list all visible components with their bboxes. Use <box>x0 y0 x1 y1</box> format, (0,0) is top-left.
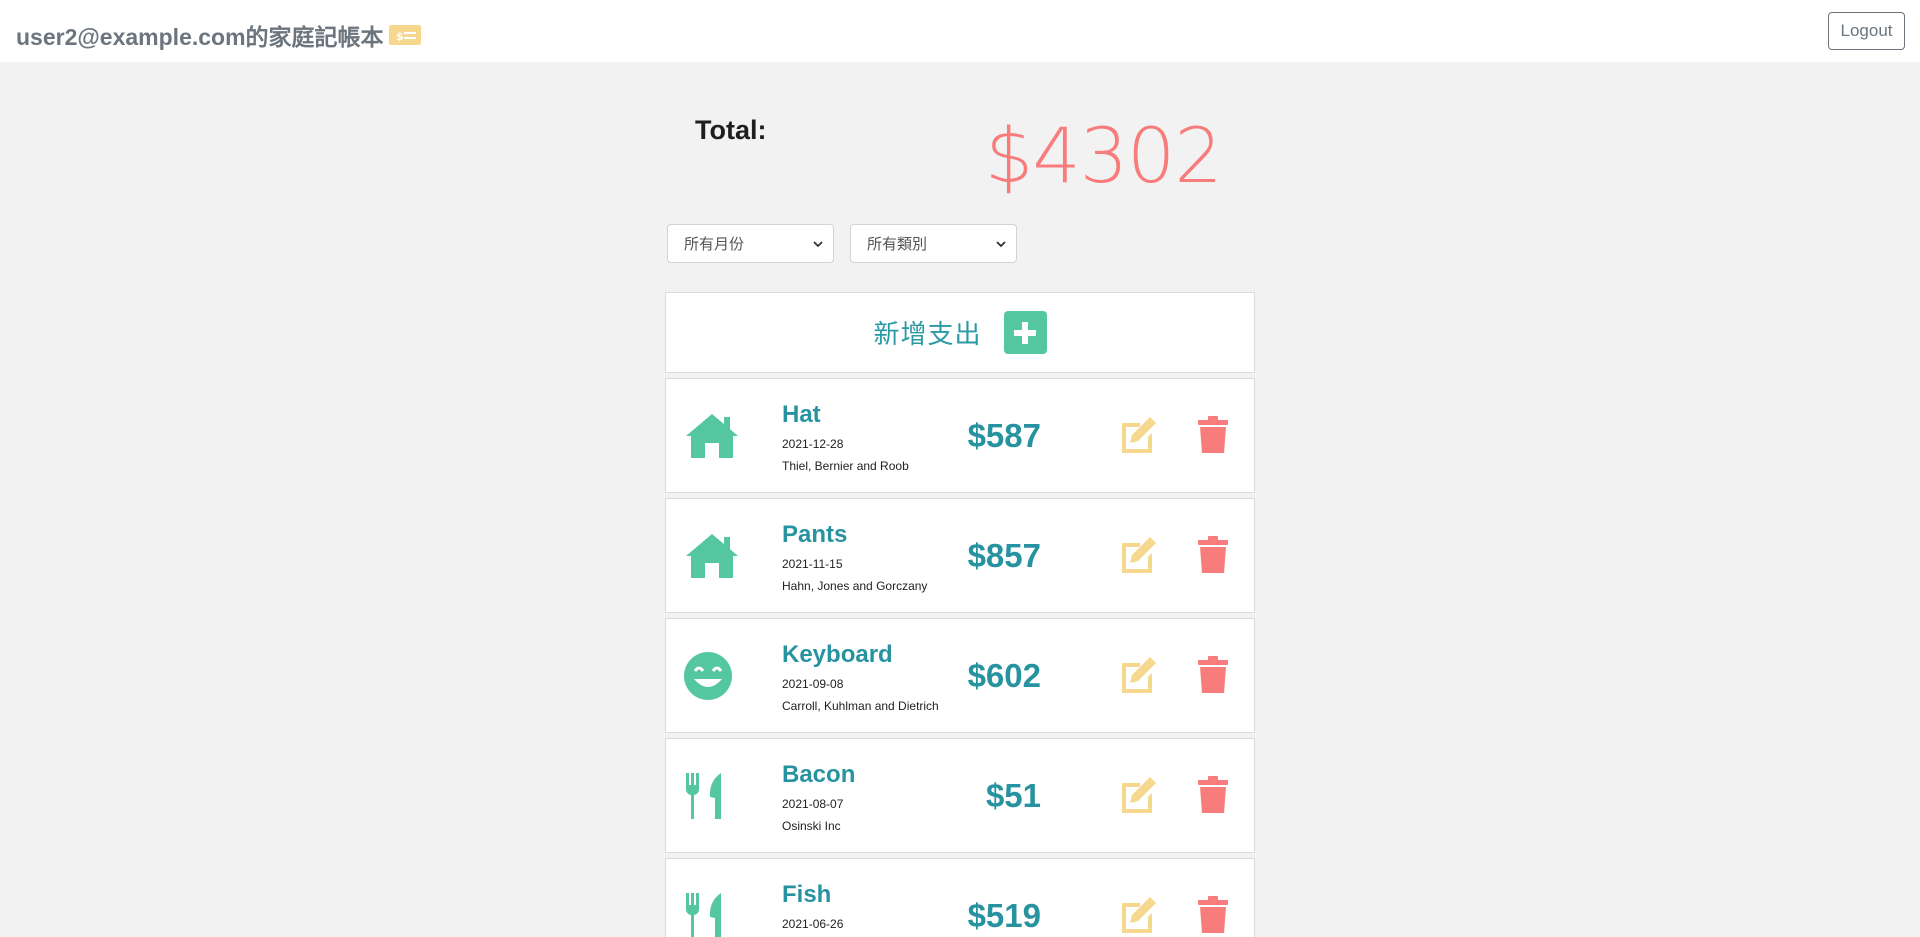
app-title: user2@example.com的家庭記帳本 <box>16 24 384 50</box>
total-amount: $4302 <box>985 111 1223 200</box>
record-name: Keyboard <box>782 641 893 668</box>
money-bill-icon: $ <box>388 25 421 45</box>
svg-text:$: $ <box>396 30 404 43</box>
category-filter-select[interactable]: 所有類別 <box>850 224 1017 263</box>
record-name: Pants <box>782 521 848 548</box>
expense-record-card: Pants 2021-11-15 Hahn, Jones and Gorczany $… <box>665 498 1255 613</box>
navbar: user2@example.com的家庭記帳本 $ Logout <box>0 0 1920 62</box>
record-date: 2021-08-07 <box>782 797 844 811</box>
total-label: Total: <box>695 115 767 145</box>
utensils-icon <box>683 771 741 821</box>
trash-icon[interactable] <box>1198 895 1228 933</box>
add-expense-label: 新增支出 <box>873 320 982 350</box>
trash-icon[interactable] <box>1198 415 1228 453</box>
record-amount: $51 <box>985 777 1041 814</box>
trash-icon[interactable] <box>1198 775 1228 813</box>
expense-record-card: Fish 2021-06-26 $519 <box>665 858 1255 937</box>
add-expense-card[interactable]: 新增支出 <box>665 292 1255 373</box>
record-date: 2021-12-28 <box>782 437 844 451</box>
app-brand[interactable]: user2@example.com的家庭記帳本 $ <box>16 18 421 52</box>
month-filter-select[interactable]: 所有月份 <box>667 224 834 263</box>
edit-icon[interactable] <box>1118 895 1158 933</box>
expense-record-card: Bacon 2021-08-07 Osinski Inc $51 <box>665 738 1255 853</box>
record-vendor: Carroll, Kuhlman and Dietrich <box>782 699 939 713</box>
record-name: Fish <box>782 881 832 908</box>
plus-icon <box>1014 321 1036 344</box>
record-amount: $857 <box>967 537 1041 574</box>
record-amount: $602 <box>967 657 1041 694</box>
edit-icon[interactable] <box>1118 655 1158 693</box>
edit-icon[interactable] <box>1118 775 1158 813</box>
chevron-down-icon <box>813 240 823 247</box>
record-name: Bacon <box>782 761 856 788</box>
record-amount: $587 <box>967 417 1041 454</box>
edit-icon[interactable] <box>1118 535 1158 573</box>
trash-icon[interactable] <box>1198 535 1228 573</box>
record-vendor: Osinski Inc <box>782 819 841 833</box>
expense-record-card: Keyboard 2021-09-08 Carroll, Kuhlman and D… <box>665 618 1255 733</box>
record-name: Hat <box>782 401 821 428</box>
record-amount: $519 <box>967 897 1041 934</box>
house-icon <box>683 411 741 461</box>
record-vendor: Thiel, Bernier and Roob <box>782 459 909 473</box>
record-date: 2021-11-15 <box>782 557 843 571</box>
add-expense-button[interactable] <box>1003 311 1047 354</box>
house-icon <box>683 531 741 581</box>
trash-icon[interactable] <box>1198 655 1228 693</box>
category-filter-value: 所有類別 <box>867 235 928 253</box>
record-date: 2021-09-08 <box>782 677 844 691</box>
month-filter-value: 所有月份 <box>684 235 745 253</box>
chevron-down-icon <box>996 240 1006 247</box>
expense-record-card: Hat 2021-12-28 Thiel, Bernier and Roob $587 <box>665 378 1255 493</box>
smile-icon <box>683 651 741 701</box>
record-date: 2021-06-26 <box>782 917 844 931</box>
record-vendor: Hahn, Jones and Gorczany <box>782 579 928 593</box>
utensils-icon <box>683 891 741 937</box>
logout-button[interactable]: Logout <box>1828 12 1905 50</box>
edit-icon[interactable] <box>1118 415 1158 453</box>
